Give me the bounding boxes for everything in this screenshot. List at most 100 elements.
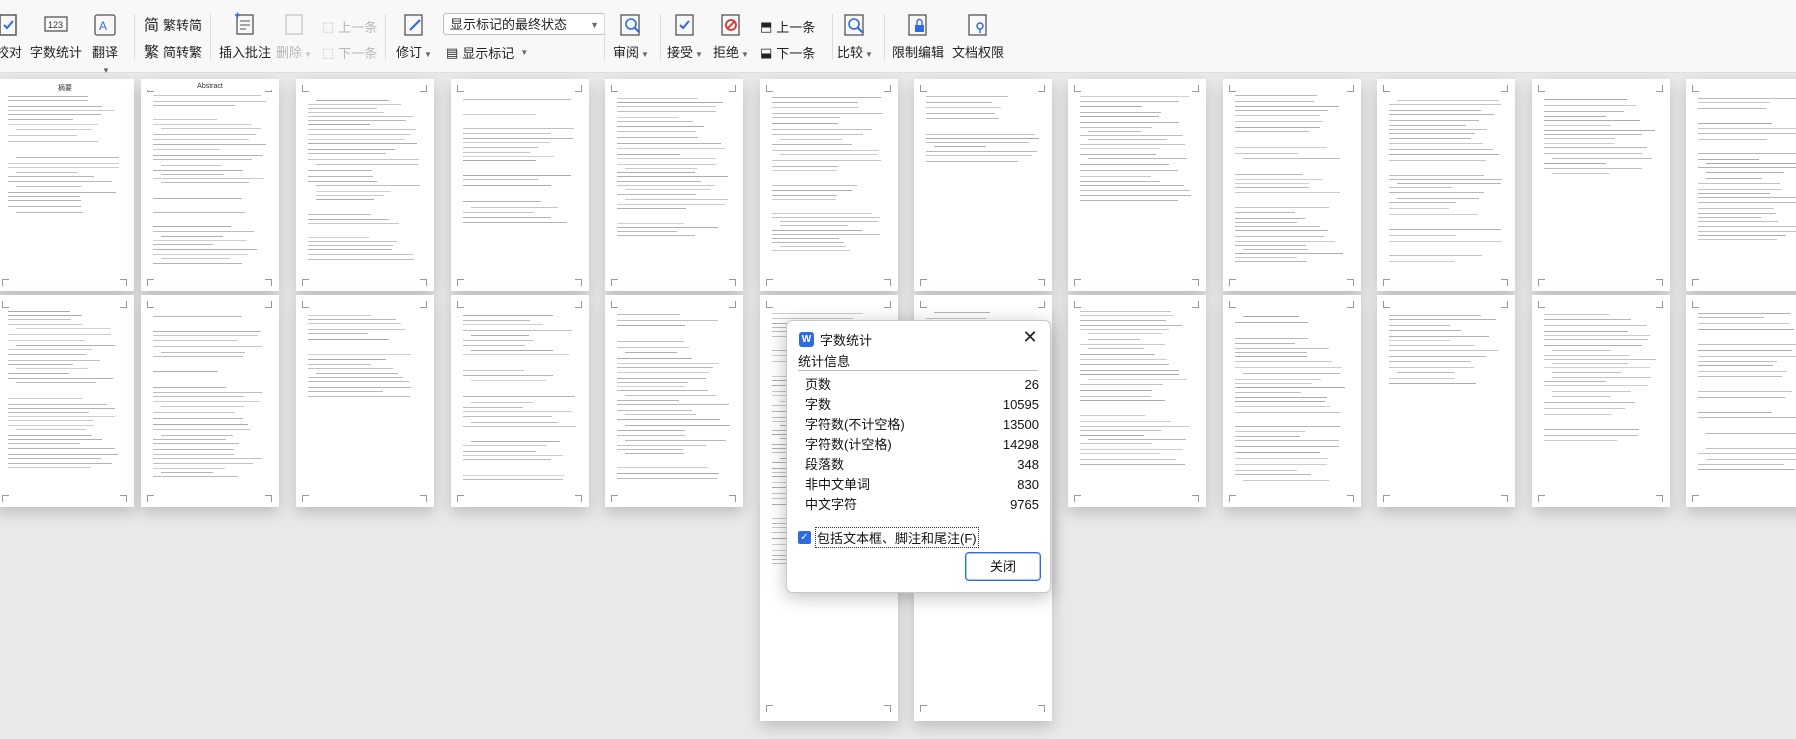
text-line: [1080, 384, 1163, 385]
compare-button[interactable]: 比较 ▼: [836, 8, 874, 61]
text-line: [8, 454, 118, 455]
page-thumbnail[interactable]: [451, 295, 589, 507]
page-corner-mark: [920, 279, 927, 286]
page-thumbnail[interactable]: [1532, 295, 1670, 507]
close-button[interactable]: 关闭: [965, 552, 1041, 581]
page-thumbnail[interactable]: Abstract: [141, 79, 279, 291]
delete-comment-button[interactable]: 删除 ▼: [276, 8, 312, 61]
text-line: [1235, 179, 1322, 180]
page-thumbnail[interactable]: [1532, 79, 1670, 291]
text-line: [1389, 255, 1482, 256]
text-line: [926, 96, 1008, 97]
page-corner-mark: [884, 301, 891, 308]
text-line: [617, 386, 685, 387]
text-line: [1080, 354, 1155, 355]
text-line: [1698, 365, 1773, 366]
word-count-button[interactable]: 123 字数统计: [30, 8, 82, 61]
page-thumbnail[interactable]: [296, 79, 434, 291]
markup-state-select[interactable]: 显示标记的最终状态 ▼: [443, 13, 605, 35]
revise-button[interactable]: 修订 ▼: [395, 8, 433, 61]
page-thumbnail[interactable]: [296, 295, 434, 507]
text-line: [308, 176, 373, 177]
text-line: [625, 425, 730, 426]
next-comment-button[interactable]: ⬚ 下一条: [322, 43, 377, 62]
text-line: [617, 102, 723, 103]
page-corner-mark: [1038, 301, 1045, 308]
chevron-down-icon: ▼: [695, 50, 703, 59]
doc-permission-button[interactable]: 文档权限: [950, 8, 1006, 61]
page-thumbnail[interactable]: [760, 79, 898, 291]
reject-button[interactable]: 拒绝 ▼: [712, 8, 750, 61]
text-line: [617, 419, 720, 420]
show-markup-button[interactable]: ▤ 显示标记 ▼: [446, 43, 528, 62]
text-line: [1544, 367, 1650, 368]
simp-to-trad-button[interactable]: 繁简转繁: [144, 41, 202, 62]
text-line: [153, 454, 234, 455]
page-thumbnail[interactable]: [1223, 79, 1361, 291]
page-thumbnail[interactable]: [605, 79, 743, 291]
text-line: [617, 445, 706, 446]
page-corner-mark: [1192, 85, 1199, 92]
restrict-edit-button[interactable]: 限制编辑: [890, 8, 946, 61]
page-thumbnail[interactable]: 摘要: [0, 79, 134, 291]
text-line: [1235, 361, 1332, 362]
trad-to-simp-button[interactable]: 简繁转简: [144, 14, 202, 35]
accept-button[interactable]: 接受 ▼: [666, 8, 704, 61]
text-line: [161, 165, 221, 166]
text-line: [1389, 345, 1474, 346]
proofread-button[interactable]: 校对: [0, 8, 26, 61]
include-textbox-option[interactable]: ✓ 包括文本框、脚注和尾注(F): [798, 527, 979, 548]
page-corner-mark: [1692, 495, 1699, 502]
translate-button[interactable]: A 翻译▼: [88, 8, 122, 76]
next-change-button[interactable]: ⬓ 下一条: [760, 43, 815, 62]
text-line: [1235, 464, 1327, 465]
text-line: [308, 315, 371, 316]
page-thumbnail[interactable]: [451, 79, 589, 291]
page-thumbnail[interactable]: [914, 79, 1052, 291]
page-thumbnail[interactable]: [1377, 79, 1515, 291]
page-thumbnail[interactable]: [605, 295, 743, 507]
text-line: [1235, 397, 1327, 398]
text-line: [1698, 183, 1780, 184]
page-thumbnail[interactable]: [1068, 295, 1206, 507]
text-line: [617, 390, 708, 391]
text-line: [1544, 429, 1639, 430]
page-thumbnail[interactable]: [141, 295, 279, 507]
text-line: [308, 354, 411, 355]
text-line: [308, 364, 371, 365]
text-line: [1698, 226, 1796, 227]
review-button[interactable]: 审阅 ▼: [612, 8, 650, 61]
text-line: [1080, 106, 1142, 107]
text-line: [1544, 314, 1609, 315]
text-line: [1544, 414, 1612, 415]
page-thumbnail[interactable]: [0, 295, 134, 507]
text-line: [16, 368, 88, 369]
page-corner-mark: [1074, 301, 1081, 308]
close-icon[interactable]: ✕: [1018, 325, 1042, 349]
text-line: [8, 110, 114, 111]
text-line: [617, 223, 684, 224]
stat-value: 13500: [1002, 417, 1039, 432]
text-line: [625, 199, 728, 200]
chevron-down-icon: ▼: [865, 50, 873, 59]
text-line: [8, 360, 100, 361]
text-line: [463, 133, 551, 134]
prev-comment-button[interactable]: ⬚ 上一条: [322, 17, 377, 36]
text-line: [8, 416, 115, 417]
page-thumbnail[interactable]: [1223, 295, 1361, 507]
page-thumbnail[interactable]: [1686, 79, 1796, 291]
text-line: [926, 134, 1035, 135]
text-line: [1080, 390, 1152, 391]
checkbox-checked-icon[interactable]: ✓: [798, 531, 811, 544]
text-line: [153, 356, 243, 357]
text-line: [153, 249, 257, 250]
text-line: [153, 418, 243, 419]
text-line: [617, 227, 718, 228]
page-thumbnail[interactable]: [1686, 295, 1796, 507]
text-line: [8, 408, 115, 409]
insert-comment-button[interactable]: 插入批注: [218, 8, 272, 61]
text-line: [1080, 426, 1189, 427]
page-thumbnail[interactable]: [1377, 295, 1515, 507]
prev-change-button[interactable]: ⬒ 上一条: [760, 17, 815, 36]
page-thumbnail[interactable]: [1068, 79, 1206, 291]
